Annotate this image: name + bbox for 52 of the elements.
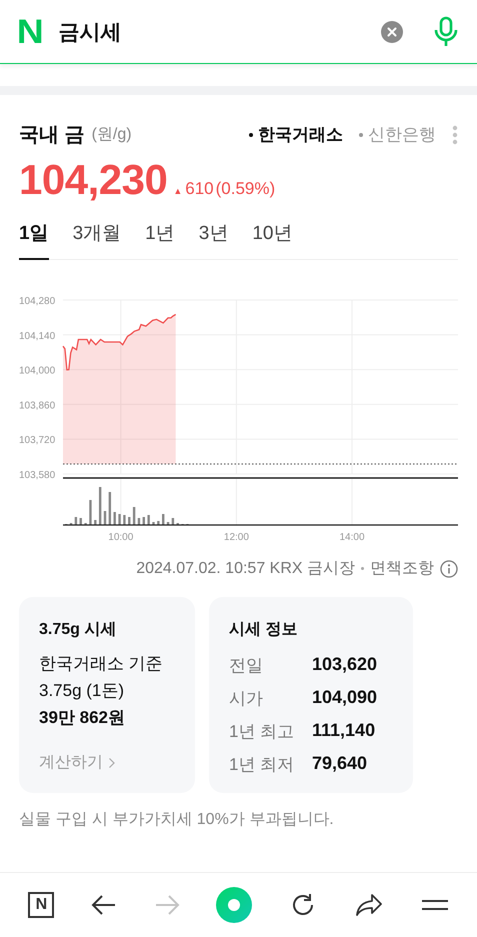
close-icon: [381, 20, 403, 42]
y-axis-label: 103,860: [19, 400, 56, 412]
percent-change: (0.59%): [216, 179, 276, 199]
voice-search-button[interactable]: [433, 16, 459, 48]
share-button[interactable]: [354, 892, 384, 918]
disclaimer-link[interactable]: 면책조항: [370, 558, 434, 579]
card-text: 3.75g (1돈): [39, 680, 126, 702]
tax-note: 실물 구입 시 부가가치세 10%가 부과됩니다.: [19, 810, 335, 830]
microphone-icon: [433, 16, 459, 48]
y-axis-label: 104,280: [19, 296, 56, 307]
menu-icon: [420, 897, 449, 913]
y-axis-label: 104,140: [19, 330, 56, 342]
card-title: 시세 정보: [229, 620, 298, 640]
amount-value: 39만 862원: [39, 707, 126, 729]
stat-value: 79,640: [312, 753, 368, 775]
x-axis-label: 12:00: [224, 532, 249, 543]
clear-button[interactable]: [381, 20, 403, 42]
period-tab[interactable]: 1일: [19, 220, 49, 260]
period-tab[interactable]: 1년: [145, 220, 175, 260]
price-value: 104,230: [19, 156, 168, 204]
period-tab[interactable]: 3년: [198, 220, 228, 260]
chevron-right-icon: [108, 756, 116, 768]
stat-label: 전일: [229, 655, 264, 677]
price-change: 610: [185, 179, 214, 199]
back-button[interactable]: [91, 894, 118, 916]
y-axis-label: 103,580: [19, 470, 56, 481]
home-button[interactable]: N: [28, 892, 54, 918]
stat-label: 1년 최고: [229, 721, 296, 743]
card-text: 한국거래소 기준: [39, 653, 164, 675]
forward-arrow-icon: [154, 894, 180, 916]
y-axis-label: 104,000: [19, 366, 56, 377]
menu-button[interactable]: [420, 897, 449, 913]
stat-value: 111,140: [312, 720, 376, 742]
back-arrow-icon: [91, 894, 118, 916]
timestamp: 2024.07.02. 10:57 KRX 금시장: [136, 559, 355, 579]
x-axis-label: 10:00: [108, 532, 134, 543]
period-tab[interactable]: 10년: [252, 220, 292, 260]
ring-icon: [216, 887, 252, 923]
section-title: 국내 금: [19, 123, 85, 148]
source-option[interactable]: 한국거래소: [249, 123, 343, 146]
stat-label: 시가: [229, 688, 264, 710]
y-axis-label: 103,720: [19, 435, 56, 446]
stat-value: 103,620: [312, 654, 378, 676]
x-axis-label: 14:00: [340, 532, 365, 543]
stat-value: 104,090: [312, 687, 378, 709]
card-title: 3.75g 시세: [39, 620, 118, 640]
unit-label: (원/g): [92, 125, 132, 145]
info-icon[interactable]: [440, 560, 458, 578]
stat-label: 1년 최저: [229, 754, 296, 776]
period-tab[interactable]: 3개월: [72, 220, 122, 260]
up-arrow-icon: ▲: [173, 186, 182, 196]
share-arrow-icon: [354, 892, 384, 918]
